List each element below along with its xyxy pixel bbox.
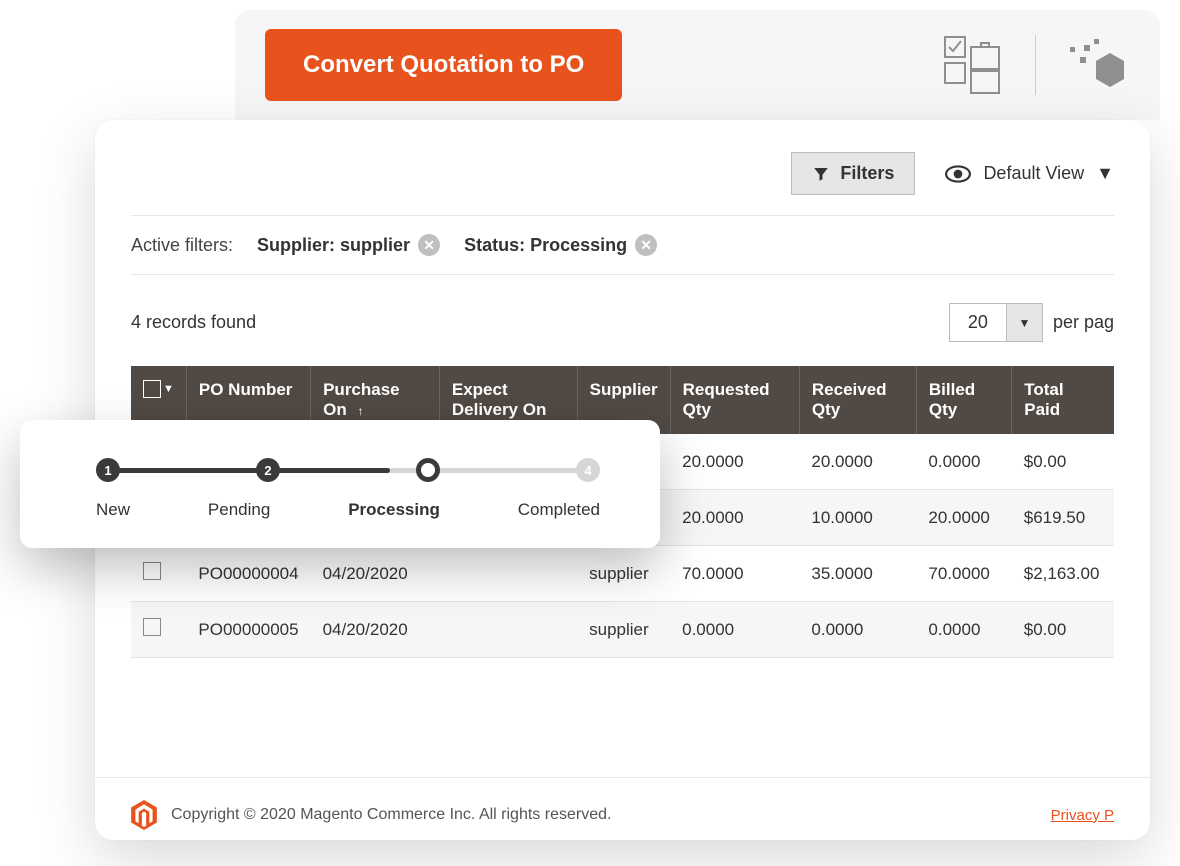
convert-quotation-button[interactable]: Convert Quotation to PO xyxy=(265,29,622,101)
sort-asc-icon: ↑ xyxy=(357,404,363,418)
records-bar: 4 records found 20 ▼ per pag xyxy=(131,275,1114,366)
col-requested-qty[interactable]: Requested Qty xyxy=(670,366,799,434)
step-label-completed: Completed xyxy=(518,500,600,520)
eye-icon xyxy=(945,165,971,183)
step-dot-pending: 2 xyxy=(256,458,280,482)
footer: Copyright © 2020 Magento Commerce Inc. A… xyxy=(95,777,1150,840)
chevron-down-icon: ▼ xyxy=(1006,304,1042,341)
chevron-down-icon: ▼ xyxy=(1096,163,1114,184)
per-page-label: per pag xyxy=(1053,312,1114,333)
hexagon-dots-icon xyxy=(1066,33,1130,97)
step-label-pending: Pending xyxy=(208,500,270,520)
col-received-qty[interactable]: Received Qty xyxy=(799,366,916,434)
view-label: Default View xyxy=(983,163,1084,184)
table-row[interactable]: PO00000004 04/20/2020 supplier 70.0000 3… xyxy=(131,546,1114,602)
row-checkbox[interactable] xyxy=(143,618,161,636)
row-checkbox[interactable] xyxy=(143,562,161,580)
active-filters-label: Active filters: xyxy=(131,235,233,256)
filter-chip-supplier: Supplier: supplier ✕ xyxy=(257,234,440,256)
col-total-paid[interactable]: Total Paid xyxy=(1012,366,1114,434)
filters-button[interactable]: Filters xyxy=(791,152,915,195)
table-row[interactable]: PO00000005 04/20/2020 supplier 0.0000 0.… xyxy=(131,602,1114,658)
records-found: 4 records found xyxy=(131,312,256,333)
grid-toolbar: Filters Default View ▼ xyxy=(131,152,1114,216)
remove-filter-supplier[interactable]: ✕ xyxy=(418,234,440,256)
page-size-select[interactable]: 20 ▼ xyxy=(949,303,1043,342)
filters-label: Filters xyxy=(840,163,894,184)
checklist-boxes-icon xyxy=(941,33,1005,97)
filter-chip-status: Status: Processing ✕ xyxy=(464,234,657,256)
active-filters: Active filters: Supplier: supplier ✕ Sta… xyxy=(131,216,1114,275)
step-dot-processing xyxy=(416,458,440,482)
step-dot-new: 1 xyxy=(96,458,120,482)
select-all-checkbox[interactable]: ▼ xyxy=(143,380,174,398)
header-icons xyxy=(941,33,1130,97)
default-view-dropdown[interactable]: Default View ▼ xyxy=(945,163,1114,184)
col-billed-qty[interactable]: Billed Qty xyxy=(916,366,1011,434)
status-stepper: 1 2 4 New Pending Processing Completed xyxy=(20,420,660,548)
step-dot-completed: 4 xyxy=(576,458,600,482)
header-bar: Convert Quotation to PO xyxy=(235,10,1160,120)
divider xyxy=(1035,35,1036,95)
page-size-control: 20 ▼ per pag xyxy=(949,303,1114,342)
magento-logo-icon xyxy=(131,800,157,830)
funnel-icon xyxy=(812,165,830,183)
remove-filter-status[interactable]: ✕ xyxy=(635,234,657,256)
copyright-text: Copyright © 2020 Magento Commerce Inc. A… xyxy=(171,806,611,824)
step-label-processing: Processing xyxy=(348,500,440,520)
privacy-link[interactable]: Privacy P xyxy=(1051,807,1114,824)
step-label-new: New xyxy=(96,500,130,520)
